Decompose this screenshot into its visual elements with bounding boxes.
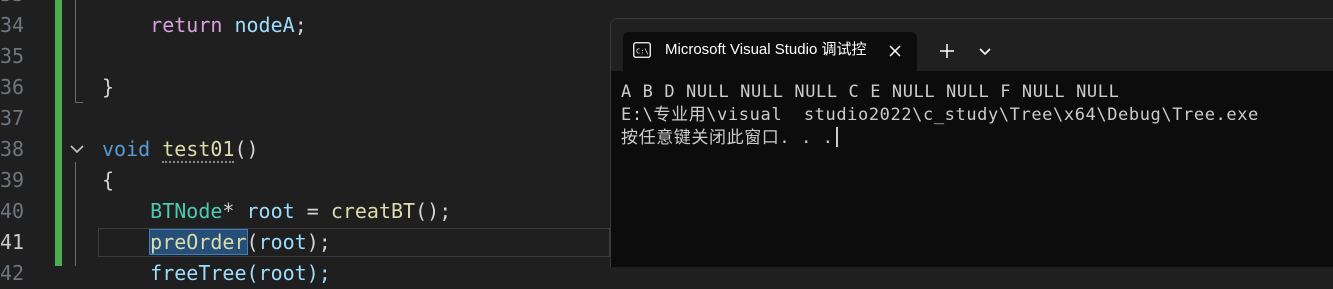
tab-title: Microsoft Visual Studio 调试控 — [665, 41, 867, 58]
assign-operator: = — [294, 199, 331, 223]
opening-brace: { — [102, 168, 115, 192]
punctuation: (); — [415, 199, 452, 223]
prompt-text: 按任意键关闭此窗口. . . — [621, 128, 834, 148]
line-number: 34 — [0, 13, 24, 37]
closing-brace: } — [102, 75, 115, 99]
console-icon: C:\ — [633, 42, 651, 58]
code-line-38: void test01() — [102, 134, 259, 165]
keyword-return: return — [150, 13, 223, 37]
type-name: BTNode — [150, 199, 223, 223]
line-number: 36 — [0, 75, 24, 99]
output-line: E:\专业用\visual studio2022\c_study\Tree\x6… — [621, 105, 1259, 125]
line-number: 39 — [0, 168, 24, 192]
line-number: 42 — [0, 261, 24, 285]
line-number: 40 — [0, 199, 24, 223]
identifier: root — [258, 230, 307, 254]
fold-guide — [75, 162, 76, 266]
code-line-40: BTNode* root = creatBT(); — [102, 196, 451, 227]
keyword-void: void — [102, 137, 151, 161]
terminal-titlebar[interactable]: C:\ Microsoft Visual Studio 调试控 — [611, 19, 1333, 71]
terminal-window[interactable]: C:\ Microsoft Visual Studio 调试控 A B D NU… — [610, 18, 1333, 267]
code-line-41[interactable]: preOrder(root); — [102, 227, 331, 258]
line-number-current: 41 — [0, 230, 24, 254]
punctuation: ( — [246, 230, 259, 254]
pointer-star: * — [222, 199, 235, 223]
output-line: A B D NULL NULL NULL C E NULL NULL F NUL… — [621, 82, 1120, 102]
punctuation: ; — [294, 13, 307, 37]
function-call: creatBT — [330, 199, 416, 223]
svg-text:C:\: C:\ — [636, 48, 649, 56]
code-text: freeTree(root); — [150, 261, 331, 285]
code-line-42: freeTree(root); — [102, 258, 331, 289]
change-indicator-bar — [55, 0, 62, 266]
output-line-prompt: 按任意键关闭此窗口. . . — [621, 127, 1259, 150]
line-number: 33 — [0, 0, 24, 10]
plus-icon[interactable] — [936, 40, 958, 62]
line-number: 37 — [0, 106, 24, 130]
chevron-down-icon[interactable] — [68, 140, 86, 158]
terminal-tab[interactable]: C:\ Microsoft Visual Studio 调试控 — [623, 32, 917, 71]
punctuation: () — [234, 137, 259, 161]
line-number: 35 — [0, 44, 24, 68]
close-icon[interactable] — [886, 42, 904, 60]
function-name[interactable]: test01 — [162, 137, 235, 163]
identifier: root — [246, 199, 295, 223]
selected-function-call[interactable]: preOrder — [149, 229, 248, 255]
identifier: nodeA — [234, 13, 295, 37]
code-line-36: } — [102, 72, 114, 103]
fold-guide-end — [75, 102, 83, 103]
line-number-gutter: 33 34 35 36 37 38 39 40 41 42 — [0, 0, 36, 285]
fold-guide — [75, 0, 76, 103]
code-line-34: return nodeA; — [102, 10, 307, 41]
punctuation: ); — [306, 230, 331, 254]
text-cursor — [835, 127, 838, 147]
chevron-down-icon[interactable] — [975, 41, 995, 61]
line-number: 38 — [0, 137, 24, 161]
code-line-39: { — [102, 165, 114, 196]
terminal-output[interactable]: A B D NULL NULL NULL C E NULL NULL F NUL… — [621, 81, 1259, 150]
